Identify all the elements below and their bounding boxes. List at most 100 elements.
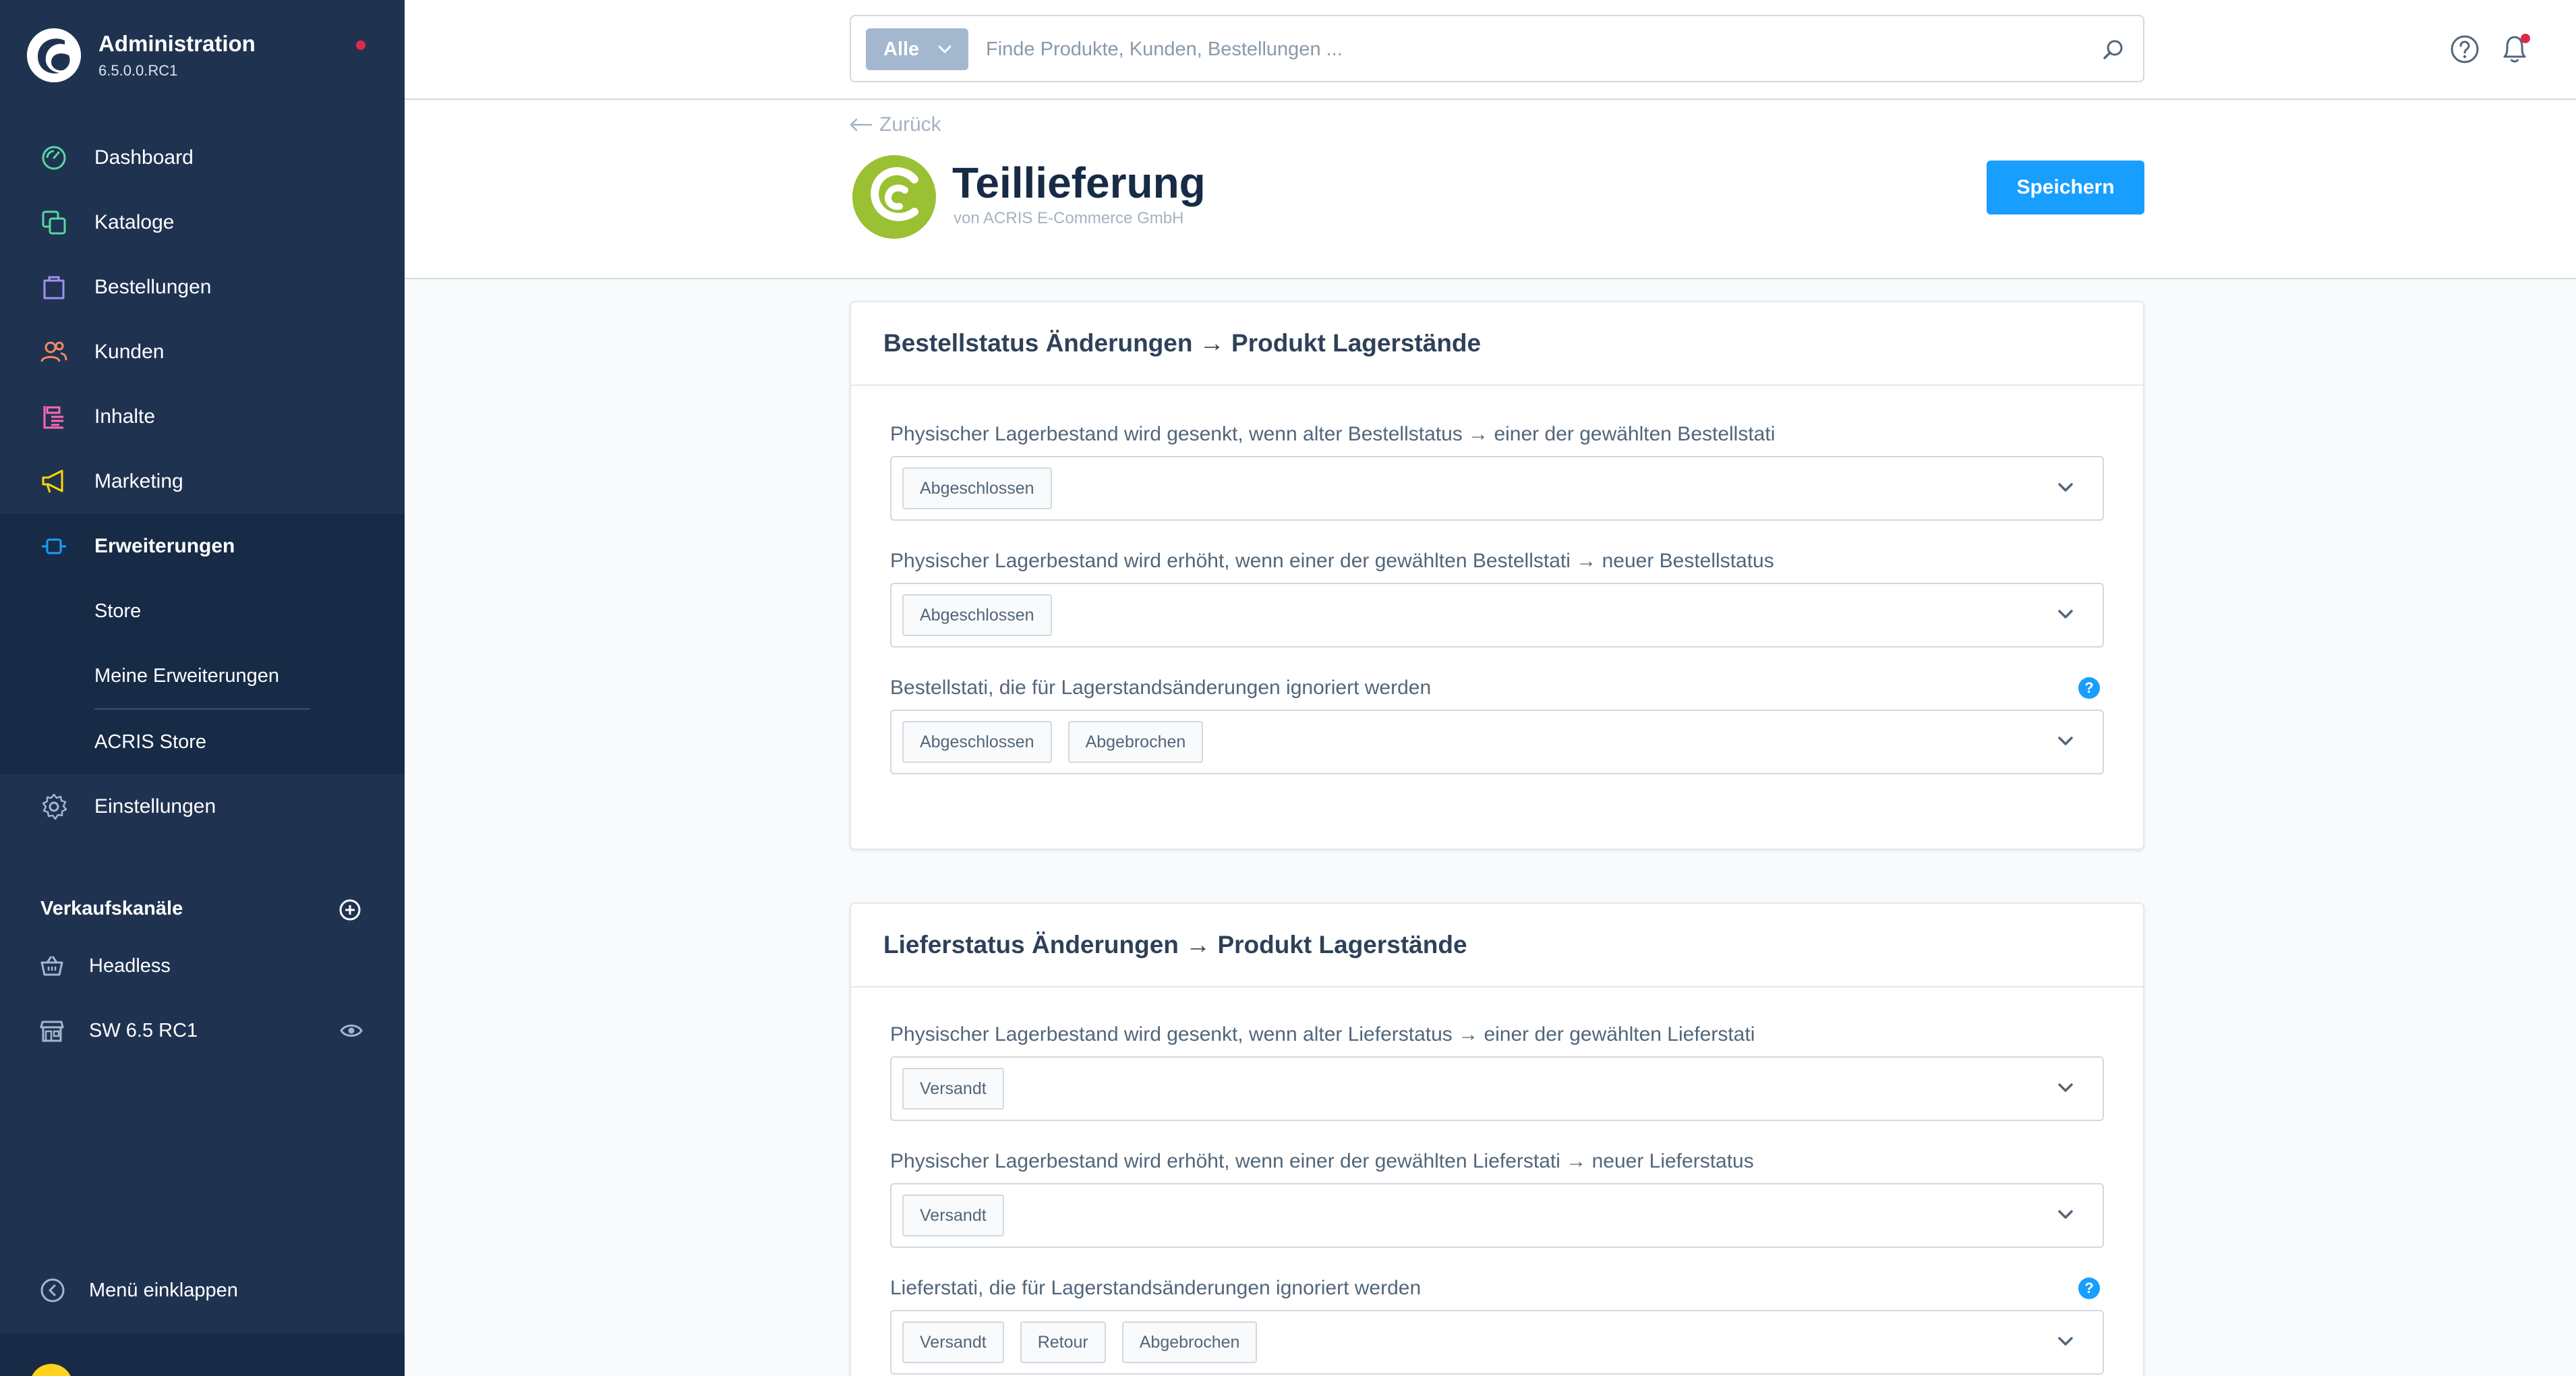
sidebar-item-label: Kunden: [94, 341, 165, 363]
search-icon[interactable]: [2100, 36, 2127, 63]
selected-tag[interactable]: Abgebrochen: [1067, 721, 1204, 763]
field-decrease-on-delivery-status: Physischer Lagerbestand wird gesenkt, we…: [890, 1023, 2104, 1121]
catalog-icon: [39, 208, 69, 237]
selected-tag[interactable]: Abgeschlossen: [902, 467, 1052, 509]
sidebar-subitem-my-extensions[interactable]: Meine Erweiterungen: [0, 643, 405, 708]
brand-title: Administration: [98, 31, 256, 56]
page-header: Zurück Teillieferung von ACRIS E-Commerc…: [405, 101, 2576, 279]
sales-channels-heading: Verkaufskanäle: [0, 884, 405, 934]
selected-tag[interactable]: Versandt: [902, 1321, 1004, 1363]
sidebar-subitem-store[interactable]: Store: [0, 579, 405, 643]
selected-tag[interactable]: Abgebrochen: [1121, 1321, 1258, 1363]
sidebar-item-settings[interactable]: Einstellungen: [0, 774, 405, 839]
field-label: Physischer Lagerbestand wird erhöht, wen…: [890, 1150, 1754, 1172]
multi-select[interactable]: Versandt: [890, 1183, 2104, 1248]
marketing-icon: [39, 467, 69, 496]
help-icon[interactable]: ?: [2078, 677, 2100, 699]
chevron-left-circle-icon: [40, 1278, 65, 1302]
plugin-vendor: von ACRIS E-Commerce GmbH: [954, 209, 1184, 227]
collapse-menu-button[interactable]: Menü einklappen: [39, 1273, 238, 1307]
field-decrease-on-order-status: Physischer Lagerbestand wird gesenkt, we…: [890, 422, 2104, 521]
arrow-left-icon: [850, 118, 873, 132]
acris-logo-icon: [852, 155, 936, 239]
search-input[interactable]: [986, 28, 2065, 70]
multi-select[interactable]: Abgeschlossen Abgebrochen: [890, 710, 2104, 774]
sidebar-item-label: Bestellungen: [94, 276, 212, 298]
card-body: Physischer Lagerbestand wird gesenkt, we…: [851, 987, 2143, 1375]
gear-icon: [39, 792, 69, 822]
sidebar-item-customers[interactable]: Kunden: [0, 320, 405, 384]
field-label: Lieferstati, die für Lagerstandsänderung…: [890, 1277, 1422, 1299]
add-sales-channel-icon[interactable]: [339, 898, 361, 921]
chevron-down-icon[interactable]: [2057, 608, 2074, 621]
help-icon[interactable]: [2449, 34, 2480, 65]
collapse-menu-label: Menü einklappen: [89, 1279, 238, 1301]
field-ignored-order-status: Bestellstati, die für Lagerstandsänderun…: [890, 676, 2104, 774]
basket-icon: [40, 956, 63, 976]
sales-channel-sw65[interactable]: SW 6.5 RC1: [0, 998, 405, 1063]
content-icon: [39, 402, 69, 432]
avatar[interactable]: [30, 1364, 73, 1376]
save-button[interactable]: Speichern: [1987, 161, 2144, 214]
chevron-down-icon[interactable]: [2057, 1209, 2074, 1221]
selected-tag[interactable]: Versandt: [902, 1195, 1004, 1236]
search-type-select[interactable]: Alle: [866, 28, 968, 70]
card-title: Bestellstatus Änderungen → Produkt Lager…: [851, 302, 2143, 386]
sales-channels-title: Verkaufskanäle: [40, 897, 183, 919]
chevron-down-icon[interactable]: [2057, 1336, 2074, 1348]
chevron-down-icon[interactable]: [2057, 1082, 2074, 1094]
selected-tag[interactable]: Abgeschlossen: [902, 594, 1052, 636]
sidebar-item-orders[interactable]: Bestellungen: [0, 255, 405, 320]
sidebar-item-extensions[interactable]: Erweiterungen: [0, 514, 405, 579]
field-label: Physischer Lagerbestand wird gesenkt, we…: [890, 1023, 1755, 1045]
sidebar-subitem-acris-store[interactable]: ACRIS Store: [0, 710, 405, 774]
extensions-icon: [39, 532, 69, 561]
card-title: Lieferstatus Änderungen → Produkt Lagers…: [851, 904, 2143, 987]
sales-channels: Verkaufskanäle Headless SW 6.5 RC1: [0, 884, 405, 1063]
eye-icon[interactable]: [340, 1021, 363, 1040]
chevron-down-icon[interactable]: [2057, 735, 2074, 747]
sidebar-item-marketing[interactable]: Marketing: [0, 449, 405, 514]
user-area: [0, 1333, 405, 1376]
search-type-label: Alle: [883, 38, 920, 60]
brand: Administration 6.5.0.0.RC1: [27, 28, 391, 89]
sales-channel-label: SW 6.5 RC1: [89, 1019, 198, 1041]
order-status-card: Bestellstatus Änderungen → Produkt Lager…: [850, 301, 2144, 850]
dashboard-icon: [39, 143, 69, 173]
sidebar-item-label: Kataloge: [94, 211, 175, 233]
multi-select[interactable]: Abgeschlossen: [890, 583, 2104, 648]
multi-select[interactable]: Versandt Retour Abgebrochen: [890, 1310, 2104, 1375]
selected-tag[interactable]: Versandt: [902, 1068, 1004, 1110]
multi-select[interactable]: Abgeschlossen: [890, 456, 2104, 521]
field-label: Bestellstati, die für Lagerstandsänderun…: [890, 677, 1432, 699]
card-body: Physischer Lagerbestand wird gesenkt, we…: [851, 386, 2143, 774]
back-link-label: Zurück: [879, 113, 941, 136]
notification-badge: [2521, 34, 2530, 43]
multi-select[interactable]: Versandt: [890, 1056, 2104, 1121]
chevron-down-icon[interactable]: [2057, 482, 2074, 494]
brand-version: 6.5.0.0.RC1: [98, 62, 178, 79]
extensions-group: Erweiterungen Store Meine Erweiterungen …: [0, 514, 405, 774]
page-title: Teillieferung: [952, 159, 1206, 207]
field-ignored-delivery-status: Lieferstati, die für Lagerstandsänderung…: [890, 1276, 2104, 1375]
shopware-logo-icon[interactable]: [27, 28, 81, 82]
top-bar: Alle: [405, 0, 2576, 100]
sidebar-item-label: Dashboard: [94, 146, 194, 169]
help-icon[interactable]: ?: [2078, 1278, 2100, 1299]
back-link[interactable]: Zurück: [848, 113, 941, 136]
selected-tag[interactable]: Retour: [1020, 1321, 1106, 1363]
sidebar-item-dashboard[interactable]: Dashboard: [0, 125, 405, 190]
sidebar-item-label: Marketing: [94, 470, 183, 492]
chevron-down-icon: [938, 45, 952, 53]
field-label: Physischer Lagerbestand wird gesenkt, we…: [890, 423, 1776, 445]
sales-channel-headless[interactable]: Headless: [0, 934, 405, 998]
sidebar-item-label: Einstellungen: [94, 795, 216, 818]
main-navigation: Dashboard Kataloge Bestellungen Kunden I…: [0, 125, 405, 839]
sidebar-item-content[interactable]: Inhalte: [0, 384, 405, 449]
sidebar-item-catalogs[interactable]: Kataloge: [0, 190, 405, 255]
sidebar: Administration 6.5.0.0.RC1 Dashboard Kat…: [0, 0, 405, 1376]
field-label: Physischer Lagerbestand wird erhöht, wen…: [890, 550, 1774, 572]
customers-icon: [39, 337, 69, 367]
selected-tag[interactable]: Abgeschlossen: [902, 721, 1052, 763]
field-increase-on-delivery-status: Physischer Lagerbestand wird erhöht, wen…: [890, 1149, 2104, 1248]
